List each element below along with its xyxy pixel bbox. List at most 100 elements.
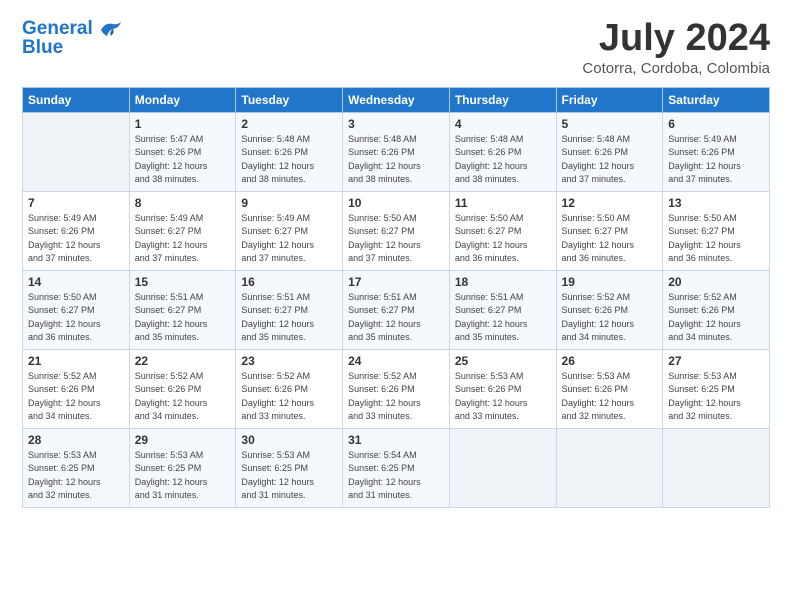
day-info: Sunrise: 5:51 AM Sunset: 6:27 PM Dayligh… — [455, 291, 551, 345]
calendar-week-row: 28Sunrise: 5:53 AM Sunset: 6:25 PM Dayli… — [23, 428, 770, 507]
day-info: Sunrise: 5:47 AM Sunset: 6:26 PM Dayligh… — [135, 133, 231, 187]
calendar-week-row: 14 Sunrise: 5:50 AM Sunset: 6:27 PM Dayli… — [23, 270, 770, 349]
calendar-cell — [663, 428, 770, 507]
day-number: 3 — [348, 117, 444, 131]
weekday-header-saturday: Saturday — [663, 87, 770, 112]
day-number: 30 — [241, 433, 337, 447]
calendar-cell: 11 Sunrise: 5:50 AM Sunset: 6:27 PM Dayli… — [449, 191, 556, 270]
calendar-cell: 13Sunrise: 5:50 AM Sunset: 6:27 PM Dayli… — [663, 191, 770, 270]
day-number: 14 — [28, 275, 124, 289]
day-info: Sunrise: 5:53 AM Sunset: 6:26 PM Dayligh… — [562, 370, 658, 424]
logo-blue: Blue — [22, 38, 123, 59]
calendar-cell — [23, 112, 130, 191]
calendar-week-row: 1 Sunrise: 5:47 AM Sunset: 6:26 PM Daylig… — [23, 112, 770, 191]
day-number: 20 — [668, 275, 764, 289]
day-info: Sunrise: 5:50 AM Sunset: 6:27 PM Dayligh… — [562, 212, 658, 266]
day-number: 24 — [348, 354, 444, 368]
day-number: 31 — [348, 433, 444, 447]
day-info: Sunrise: 5:52 AM Sunset: 6:26 PM Dayligh… — [135, 370, 231, 424]
calendar-cell: 24 Sunrise: 5:52 AM Sunset: 6:26 PM Dayli… — [343, 349, 450, 428]
day-number: 25 — [455, 354, 551, 368]
day-info: Sunrise: 5:48 AM Sunset: 6:26 PM Dayligh… — [241, 133, 337, 187]
calendar-cell: 16 Sunrise: 5:51 AM Sunset: 6:27 PM Dayli… — [236, 270, 343, 349]
calendar-cell: 1 Sunrise: 5:47 AM Sunset: 6:26 PM Daylig… — [129, 112, 236, 191]
day-number: 11 — [455, 196, 551, 210]
calendar-cell: 26 Sunrise: 5:53 AM Sunset: 6:26 PM Dayli… — [556, 349, 663, 428]
day-info: Sunrise: 5:49 AM Sunset: 6:26 PM Dayligh… — [28, 212, 124, 266]
calendar-cell: 14 Sunrise: 5:50 AM Sunset: 6:27 PM Dayli… — [23, 270, 130, 349]
calendar-cell: 8Sunrise: 5:49 AM Sunset: 6:27 PM Daylig… — [129, 191, 236, 270]
day-info: Sunrise: 5:51 AM Sunset: 6:27 PM Dayligh… — [135, 291, 231, 345]
day-info: Sunrise: 5:51 AM Sunset: 6:27 PM Dayligh… — [241, 291, 337, 345]
day-number: 12 — [562, 196, 658, 210]
weekday-header-tuesday: Tuesday — [236, 87, 343, 112]
day-info: Sunrise: 5:49 AM Sunset: 6:26 PM Dayligh… — [668, 133, 764, 187]
day-info: Sunrise: 5:53 AM Sunset: 6:26 PM Dayligh… — [455, 370, 551, 424]
day-number: 26 — [562, 354, 658, 368]
day-info: Sunrise: 5:52 AM Sunset: 6:26 PM Dayligh… — [348, 370, 444, 424]
weekday-header-sunday: Sunday — [23, 87, 130, 112]
day-number: 4 — [455, 117, 551, 131]
day-info: Sunrise: 5:50 AM Sunset: 6:27 PM Dayligh… — [668, 212, 764, 266]
weekday-header-thursday: Thursday — [449, 87, 556, 112]
day-number: 28 — [28, 433, 124, 447]
calendar-cell: 10 Sunrise: 5:50 AM Sunset: 6:27 PM Dayli… — [343, 191, 450, 270]
day-info: Sunrise: 5:51 AM Sunset: 6:27 PM Dayligh… — [348, 291, 444, 345]
day-number: 17 — [348, 275, 444, 289]
day-info: Sunrise: 5:49 AM Sunset: 6:27 PM Dayligh… — [241, 212, 337, 266]
day-info: Sunrise: 5:50 AM Sunset: 6:27 PM Dayligh… — [28, 291, 124, 345]
calendar-cell — [449, 428, 556, 507]
calendar-cell: 17 Sunrise: 5:51 AM Sunset: 6:27 PM Dayli… — [343, 270, 450, 349]
calendar-cell: 18 Sunrise: 5:51 AM Sunset: 6:27 PM Dayli… — [449, 270, 556, 349]
calendar-cell: 15Sunrise: 5:51 AM Sunset: 6:27 PM Dayli… — [129, 270, 236, 349]
day-number: 22 — [135, 354, 231, 368]
calendar-cell — [556, 428, 663, 507]
day-info: Sunrise: 5:52 AM Sunset: 6:26 PM Dayligh… — [562, 291, 658, 345]
day-info: Sunrise: 5:50 AM Sunset: 6:27 PM Dayligh… — [455, 212, 551, 266]
day-number: 23 — [241, 354, 337, 368]
calendar-week-row: 21 Sunrise: 5:52 AM Sunset: 6:26 PM Dayli… — [23, 349, 770, 428]
day-info: Sunrise: 5:48 AM Sunset: 6:26 PM Dayligh… — [348, 133, 444, 187]
day-number: 18 — [455, 275, 551, 289]
day-number: 10 — [348, 196, 444, 210]
weekday-header-friday: Friday — [556, 87, 663, 112]
day-number: 27 — [668, 354, 764, 368]
day-number: 21 — [28, 354, 124, 368]
day-info: Sunrise: 5:48 AM Sunset: 6:26 PM Dayligh… — [455, 133, 551, 187]
calendar-page: General Blue July 2024 Cotorra, Cordoba,… — [0, 0, 792, 612]
calendar-cell: 23 Sunrise: 5:52 AM Sunset: 6:26 PM Dayli… — [236, 349, 343, 428]
day-number: 2 — [241, 117, 337, 131]
day-info: Sunrise: 5:53 AM Sunset: 6:25 PM Dayligh… — [668, 370, 764, 424]
calendar-cell: 30Sunrise: 5:53 AM Sunset: 6:25 PM Dayli… — [236, 428, 343, 507]
day-info: Sunrise: 5:48 AM Sunset: 6:26 PM Dayligh… — [562, 133, 658, 187]
day-number: 7 — [28, 196, 124, 210]
day-number: 1 — [135, 117, 231, 131]
calendar-cell: 2 Sunrise: 5:48 AM Sunset: 6:26 PM Daylig… — [236, 112, 343, 191]
logo-bird-icon — [95, 18, 123, 40]
logo-general: General — [22, 18, 93, 39]
day-number: 19 — [562, 275, 658, 289]
calendar-cell: 4 Sunrise: 5:48 AM Sunset: 6:26 PM Daylig… — [449, 112, 556, 191]
calendar-cell: 7 Sunrise: 5:49 AM Sunset: 6:26 PM Daylig… — [23, 191, 130, 270]
day-number: 16 — [241, 275, 337, 289]
calendar-cell: 22 Sunrise: 5:52 AM Sunset: 6:26 PM Dayli… — [129, 349, 236, 428]
calendar-cell: 9Sunrise: 5:49 AM Sunset: 6:27 PM Daylig… — [236, 191, 343, 270]
day-info: Sunrise: 5:52 AM Sunset: 6:26 PM Dayligh… — [28, 370, 124, 424]
day-info: Sunrise: 5:50 AM Sunset: 6:27 PM Dayligh… — [348, 212, 444, 266]
weekday-header-row: SundayMondayTuesdayWednesdayThursdayFrid… — [23, 87, 770, 112]
calendar-cell: 25 Sunrise: 5:53 AM Sunset: 6:26 PM Dayli… — [449, 349, 556, 428]
calendar-cell: 20 Sunrise: 5:52 AM Sunset: 6:26 PM Dayli… — [663, 270, 770, 349]
month-title: July 2024 — [582, 18, 770, 60]
day-number: 5 — [562, 117, 658, 131]
calendar-cell: 29Sunrise: 5:53 AM Sunset: 6:25 PM Dayli… — [129, 428, 236, 507]
day-info: Sunrise: 5:52 AM Sunset: 6:26 PM Dayligh… — [668, 291, 764, 345]
calendar-week-row: 7 Sunrise: 5:49 AM Sunset: 6:26 PM Daylig… — [23, 191, 770, 270]
calendar-cell: 3 Sunrise: 5:48 AM Sunset: 6:26 PM Daylig… — [343, 112, 450, 191]
day-number: 29 — [135, 433, 231, 447]
calendar-cell: 21 Sunrise: 5:52 AM Sunset: 6:26 PM Dayli… — [23, 349, 130, 428]
day-info: Sunrise: 5:52 AM Sunset: 6:26 PM Dayligh… — [241, 370, 337, 424]
calendar-cell: 28Sunrise: 5:53 AM Sunset: 6:25 PM Dayli… — [23, 428, 130, 507]
calendar-cell: 27 Sunrise: 5:53 AM Sunset: 6:25 PM Dayli… — [663, 349, 770, 428]
weekday-header-wednesday: Wednesday — [343, 87, 450, 112]
day-number: 8 — [135, 196, 231, 210]
